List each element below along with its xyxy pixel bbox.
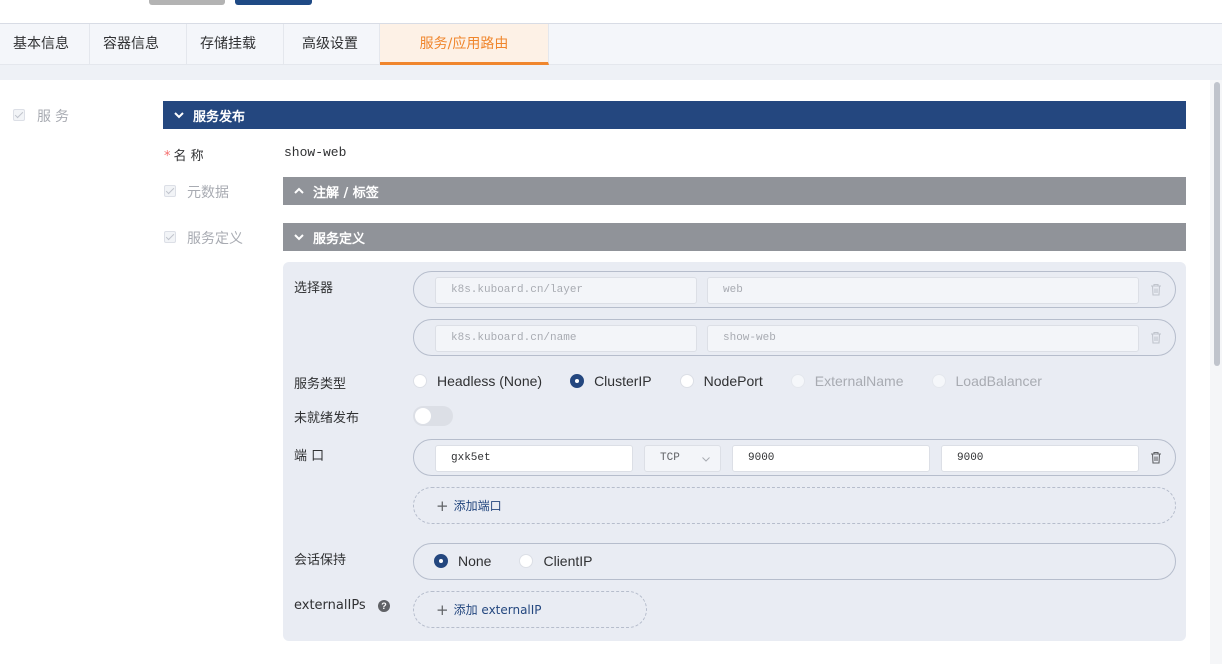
- service-checkbox[interactable]: [13, 109, 25, 121]
- radio-loadbalancer-label: LoadBalancer: [955, 373, 1042, 389]
- port-name-input[interactable]: gxk5et: [435, 445, 633, 472]
- top-toolbar: [0, 0, 1222, 24]
- metadata-checkbox-label: 元数据: [187, 185, 229, 201]
- selector-value-input[interactable]: show-web: [707, 325, 1139, 352]
- radio-dot: [519, 554, 534, 568]
- radio-externalname[interactable]: ExternalName: [790, 373, 904, 389]
- publish-not-ready-switch[interactable]: [413, 406, 453, 426]
- publish-not-ready-label: 未就绪发布: [294, 411, 360, 426]
- tab-storage-mount[interactable]: 存储挂载: [187, 24, 284, 65]
- radio-headless-label: Headless (None): [437, 373, 543, 389]
- radio-headless[interactable]: Headless (None): [413, 373, 542, 389]
- help-icon[interactable]: ?: [378, 600, 390, 612]
- plus-icon: +: [436, 496, 449, 515]
- session-affinity-label: 会话保持: [294, 553, 347, 568]
- required-mark: *: [164, 149, 171, 164]
- port-label: 端 口: [294, 449, 325, 464]
- session-affinity-radio-group: None ClientIP: [434, 553, 621, 569]
- scrollbar-thumb[interactable]: [1214, 82, 1220, 366]
- port-input[interactable]: 9000: [732, 445, 930, 472]
- protocol-select[interactable]: TCP: [644, 445, 721, 472]
- radio-externalname-label: ExternalName: [814, 373, 904, 389]
- chevron-up-icon: [294, 187, 304, 194]
- service-definition-header[interactable]: 服务定义: [283, 223, 1186, 251]
- radio-clusterip[interactable]: ClusterIP: [570, 373, 652, 389]
- radio-nodeport[interactable]: NodePort: [679, 373, 763, 389]
- trash-icon[interactable]: [1150, 283, 1162, 296]
- add-port-button[interactable]: + 添加端口: [413, 487, 1176, 524]
- radio-nodeport-label: NodePort: [703, 373, 763, 389]
- target-port-input[interactable]: 9000: [941, 445, 1139, 472]
- trash-icon[interactable]: [1150, 451, 1162, 464]
- radio-session-clientip[interactable]: ClientIP: [519, 553, 593, 569]
- selector-value-input[interactable]: web: [707, 277, 1139, 304]
- service-publish-header[interactable]: 服务发布: [163, 101, 1186, 129]
- service-type-radio-group: Headless (None) ClusterIP NodePort Exter…: [413, 373, 1070, 389]
- name-value: show-web: [284, 145, 347, 160]
- radio-session-clientip-label: ClientIP: [543, 553, 593, 569]
- radio-loadbalancer[interactable]: LoadBalancer: [931, 373, 1042, 389]
- chevron-down-icon: [174, 112, 184, 119]
- radio-dot: [413, 374, 427, 388]
- radio-dot: [931, 374, 946, 388]
- service-definition-checkbox-label: 服务定义: [187, 231, 243, 247]
- selector-key-input[interactable]: k8s.kuboard.cn/name: [435, 325, 697, 352]
- tab-container-info[interactable]: 容器信息: [90, 24, 187, 65]
- radio-dot: [790, 374, 805, 388]
- toolbar-button-partial[interactable]: [149, 0, 225, 5]
- annotations-labels-title: 注解 / 标签: [313, 185, 379, 201]
- radio-session-none[interactable]: None: [434, 553, 491, 569]
- service-definition-title: 服务定义: [313, 231, 366, 247]
- service-checkbox-label: 服务: [37, 109, 73, 125]
- radio-dot: [434, 554, 448, 568]
- radio-dot: [570, 374, 585, 388]
- tab-advanced-settings[interactable]: 高级设置: [284, 24, 380, 65]
- add-port-label: 添加端口: [453, 499, 502, 513]
- selector-key-input[interactable]: k8s.kuboard.cn/layer: [435, 277, 697, 304]
- chevron-down-icon: [702, 457, 710, 462]
- radio-clusterip-label: ClusterIP: [594, 373, 652, 389]
- toolbar-primary-button-partial[interactable]: [235, 0, 312, 5]
- radio-dot: [679, 374, 694, 388]
- radio-session-none-label: None: [458, 553, 492, 569]
- annotations-labels-header[interactable]: 注解 / 标签: [283, 177, 1186, 205]
- protocol-select-value: TCP: [660, 452, 680, 464]
- metadata-checkbox[interactable]: [164, 185, 176, 197]
- add-external-ip-button[interactable]: + 添加 externalIP: [413, 591, 647, 628]
- external-ips-label: externalIPs: [294, 598, 366, 613]
- plus-icon: +: [436, 600, 449, 619]
- service-publish-title: 服务发布: [193, 109, 246, 125]
- tab-basic-info[interactable]: 基本信息: [0, 24, 90, 65]
- add-external-ip-label: 添加 externalIP: [453, 603, 542, 617]
- trash-icon[interactable]: [1150, 331, 1162, 344]
- service-type-label: 服务类型: [294, 377, 347, 392]
- chevron-down-icon: [294, 234, 304, 241]
- name-label: * 名 称: [164, 145, 204, 164]
- selector-label: 选择器: [294, 281, 334, 296]
- name-label-text: 名 称: [173, 149, 204, 164]
- tab-bar: 基本信息 容器信息 存储挂载 高级设置 服务/应用路由: [0, 24, 1222, 65]
- tab-service-routing[interactable]: 服务/应用路由: [380, 24, 549, 65]
- service-definition-checkbox[interactable]: [164, 231, 176, 243]
